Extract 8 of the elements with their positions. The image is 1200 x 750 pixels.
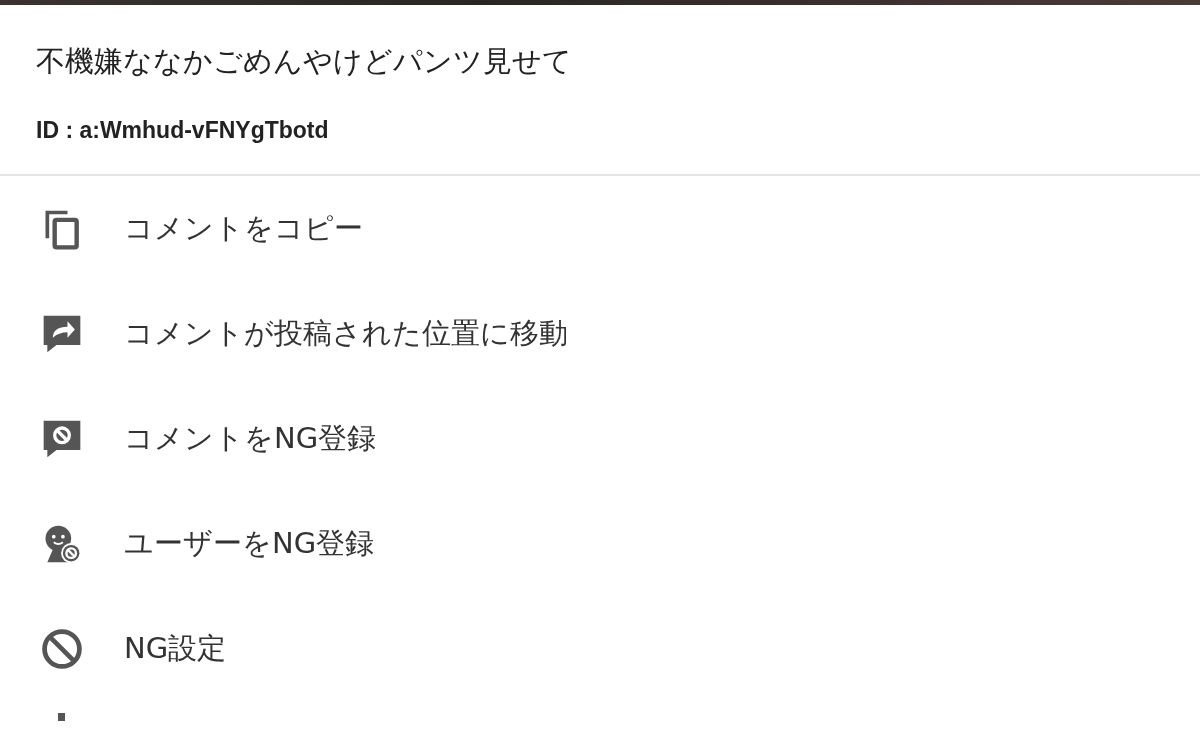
menu-item[interactable]: コメントが投稿された位置に移動 [0,281,1200,386]
menu-item[interactable]: コメントをNG登録 [0,386,1200,491]
user-id: ID : a:Wmhud-vFNYgTbotd [36,117,330,144]
block-icon [40,626,84,671]
menu-item[interactable]: コメントをコピー [0,176,1200,281]
menu-item[interactable]: ユーザーをNG登録 [0,491,1200,596]
menu-item[interactable]: NG設定 [0,596,1200,701]
comment-text: 不機嫌ななかごめんやけどパンツ見せて [36,43,573,79]
